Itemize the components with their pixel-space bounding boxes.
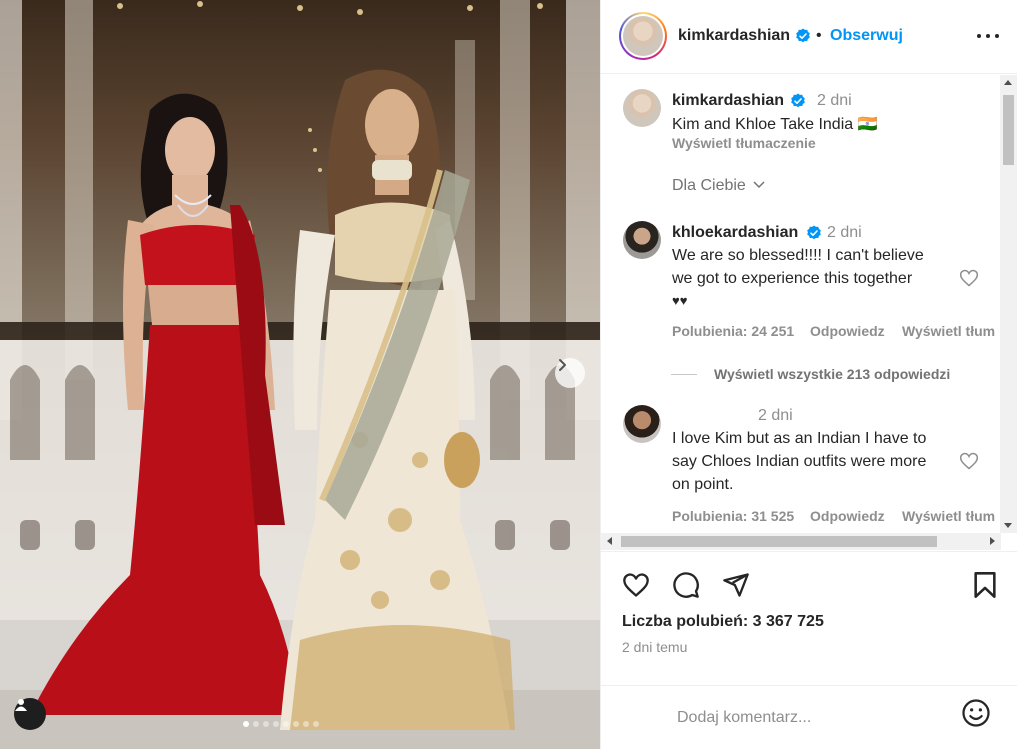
- chevron-down-icon: [753, 181, 765, 189]
- carousel-dot: [313, 721, 319, 727]
- carousel-next-button[interactable]: [555, 358, 585, 388]
- comment-likes-count[interactable]: Polubienia: 31 525: [672, 508, 794, 524]
- emoji-icon[interactable]: [961, 698, 991, 728]
- comment-reply-button[interactable]: Odpowiedz: [810, 508, 885, 524]
- divider: [671, 373, 697, 375]
- caption-time: 2 dni: [817, 92, 852, 109]
- comment-likes-count[interactable]: Polubienia: 24 251: [672, 323, 794, 339]
- comment-filter-dropdown[interactable]: Dla Ciebie: [672, 177, 766, 195]
- comment-time: 2 dni: [827, 224, 862, 241]
- comment-reply-button[interactable]: Odpowiedz: [810, 323, 885, 339]
- carousel-dot: [303, 721, 309, 727]
- comment-author-avatar[interactable]: [623, 405, 661, 443]
- caption-translate-link[interactable]: Wyświetl tłumaczenie: [672, 135, 816, 151]
- person-icon: [15, 699, 27, 711]
- comment-author-avatar[interactable]: [623, 221, 661, 259]
- scroll-up-arrow[interactable]: [1004, 80, 1012, 85]
- send-icon[interactable]: [721, 571, 751, 599]
- comment-text-line: on point.: [672, 476, 734, 493]
- carousel-dot: [253, 721, 259, 727]
- scroll-thumb[interactable]: [1003, 95, 1014, 165]
- comment-text-line: I love Kim but as an Indian I have to: [672, 430, 927, 447]
- comment-time: 2 dni: [758, 407, 793, 424]
- horizontal-scrollbar[interactable]: [601, 533, 1001, 550]
- post-photo[interactable]: [0, 0, 600, 749]
- verified-badge-icon: [791, 93, 805, 108]
- verified-badge-icon: [807, 225, 821, 240]
- carousel-dot: [263, 721, 269, 727]
- user-tags-button[interactable]: [14, 698, 46, 730]
- bookmark-icon[interactable]: [972, 571, 998, 599]
- comment-filter-label: Dla Ciebie: [672, 177, 746, 194]
- comment-translate-link[interactable]: Wyświetl tłum: [902, 323, 995, 339]
- comment-icon[interactable]: [671, 571, 701, 599]
- more-horizontal-icon: [977, 34, 981, 38]
- post-date[interactable]: 2 dni temu: [622, 639, 687, 655]
- comments-list[interactable]: kimkardashian 2 dni Kim and Khloe Take I…: [601, 75, 1017, 533]
- author-username[interactable]: kimkardashian: [678, 27, 790, 45]
- post-header: kimkardashian • Obserwuj: [601, 0, 1017, 74]
- comment-text-line: say Chloes Indian outfits were more: [672, 453, 927, 470]
- caption-author-avatar[interactable]: [623, 89, 661, 127]
- add-comment-input[interactable]: [677, 706, 947, 730]
- vertical-scrollbar[interactable]: [1000, 75, 1017, 533]
- comment-translate-link[interactable]: Wyświetl tłum: [902, 508, 995, 524]
- carousel-dot: [273, 721, 279, 727]
- heart-icon[interactable]: [959, 268, 979, 288]
- carousel-indicators: [243, 721, 319, 727]
- heart-icon[interactable]: [621, 571, 651, 599]
- scroll-thumb[interactable]: [621, 536, 937, 547]
- header-separator: •: [816, 27, 822, 44]
- author-avatar[interactable]: [619, 12, 667, 60]
- carousel-dot: [293, 721, 299, 727]
- comment-text-line: ♥♥: [672, 293, 688, 308]
- comment-text-line: we got to experience this together: [672, 270, 913, 287]
- follow-button[interactable]: Obserwuj: [830, 27, 903, 45]
- view-replies-label: Wyświetl wszystkie 213 odpowiedzi: [714, 366, 951, 382]
- scroll-right-arrow[interactable]: [990, 537, 995, 545]
- comment-username[interactable]: khloekardashian: [672, 224, 798, 242]
- carousel-dot: [243, 721, 249, 727]
- comment-text-line: We are so blessed!!!! I can't believe: [672, 247, 924, 264]
- carousel-dot: [283, 721, 289, 727]
- scroll-left-arrow[interactable]: [607, 537, 612, 545]
- post-side-panel: kimkardashian • Obserwuj kimkardashian 2…: [600, 0, 1017, 749]
- caption-username[interactable]: kimkardashian: [672, 92, 784, 110]
- post-likes-count[interactable]: Liczba polubień: 3 367 725: [622, 613, 824, 631]
- heart-icon[interactable]: [959, 451, 979, 471]
- scroll-down-arrow[interactable]: [1004, 523, 1012, 528]
- post-actions: Liczba polubień: 3 367 725 2 dni temu: [601, 551, 1017, 749]
- photo-illustration: [0, 0, 600, 749]
- view-all-replies-button[interactable]: Wyświetl wszystkie 213 odpowiedzi: [671, 366, 950, 382]
- verified-badge-icon: [796, 28, 810, 43]
- caption-text: Kim and Khloe Take India 🇮🇳: [672, 116, 878, 133]
- chevron-right-icon: [559, 359, 566, 371]
- add-comment-bar: [601, 685, 1017, 749]
- more-options-button[interactable]: [977, 26, 999, 46]
